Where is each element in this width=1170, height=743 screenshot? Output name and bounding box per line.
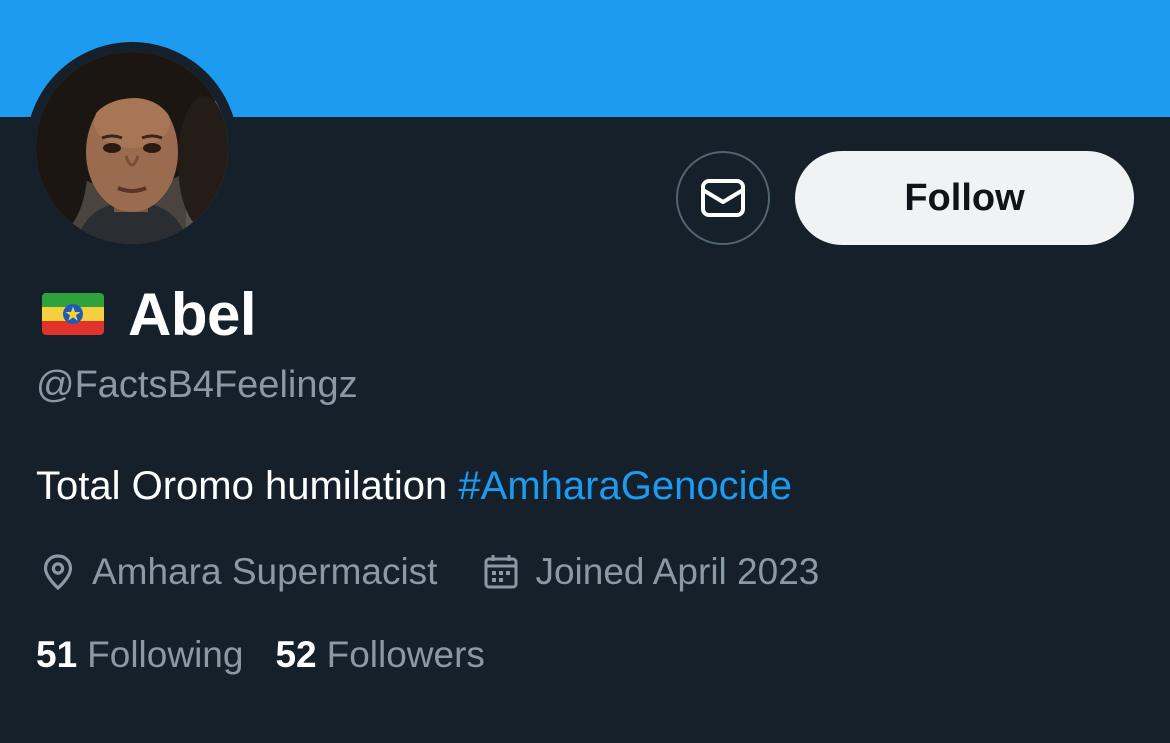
joined-date-text: Joined April 2023 <box>535 551 820 592</box>
avatar[interactable] <box>36 52 228 244</box>
following-label: Following <box>87 634 244 675</box>
followers-label: Followers <box>326 634 485 675</box>
message-button[interactable] <box>676 151 770 245</box>
location-pin-icon <box>38 552 78 592</box>
calendar-icon <box>481 552 521 592</box>
name-row: Abel <box>42 276 257 352</box>
display-name: Abel <box>128 280 257 348</box>
ethiopia-flag-icon <box>42 293 104 335</box>
follow-counts: 51 Following 52 Followers <box>36 634 485 676</box>
avatar-photo <box>36 52 228 244</box>
profile-meta: Amhara Supermacist Joined April 2023 <box>38 548 819 596</box>
follow-button[interactable]: Follow <box>795 151 1134 245</box>
following-link[interactable]: 51 Following <box>36 634 243 676</box>
location-text: Amhara Supermacist <box>92 551 438 592</box>
bio: Total Oromo humilation #AmharaGenocide <box>36 464 792 509</box>
bio-text: Total Oromo humilation <box>36 464 459 508</box>
following-count: 51 <box>36 634 78 675</box>
bio-hashtag-link[interactable]: #AmharaGenocide <box>458 464 792 508</box>
user-handle: @FactsB4Feelingz <box>36 364 358 406</box>
followers-count: 52 <box>275 634 317 675</box>
envelope-icon <box>701 179 745 217</box>
followers-link[interactable]: 52 Followers <box>275 634 484 676</box>
